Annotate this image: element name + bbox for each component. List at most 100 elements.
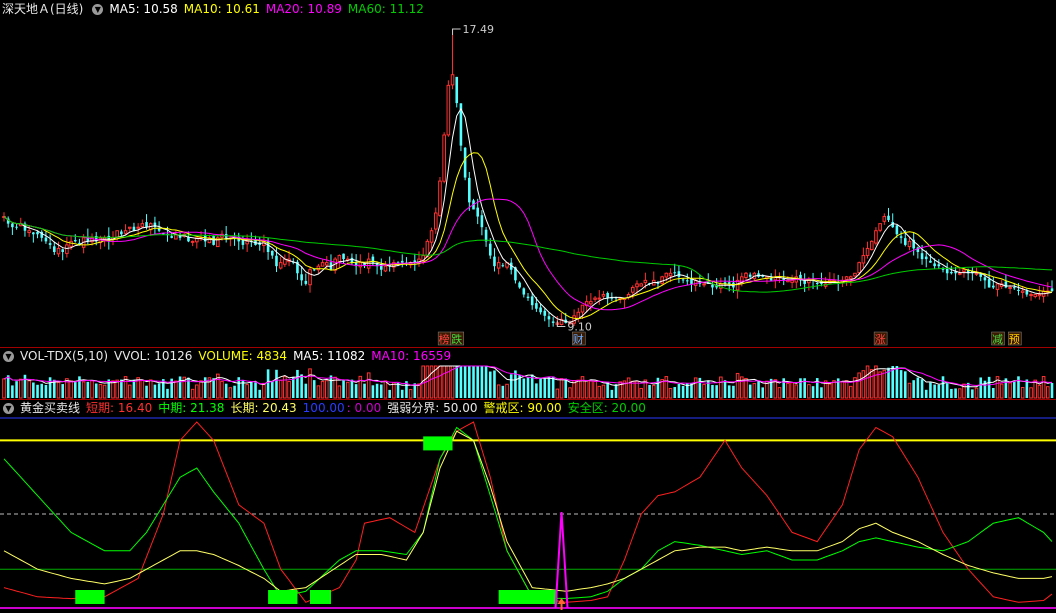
- volume-chart[interactable]: [0, 365, 1056, 399]
- volume-bar-up: [245, 384, 249, 399]
- candle-body-up: [844, 276, 849, 280]
- volume-bar-up: [140, 379, 145, 399]
- event-marker-label: 榜: [439, 332, 450, 346]
- candle-body-up: [962, 269, 966, 272]
- volume-bar-down: [484, 366, 488, 398]
- volume-bar-up: [597, 385, 602, 399]
- strong-weak-value: 强弱分界: 50.00: [387, 401, 478, 415]
- volume-bar-down: [690, 383, 693, 398]
- gold-line-chart[interactable]: [0, 416, 1056, 612]
- volume-bar-down: [912, 380, 915, 398]
- volume-bar-up: [190, 388, 195, 399]
- volume-bar-down: [711, 384, 714, 398]
- candle-body-up: [660, 276, 664, 284]
- volume-bar-up: [957, 388, 962, 399]
- candle-body-up: [450, 74, 455, 86]
- volume-bar-up: [18, 378, 23, 399]
- candle-body-up: [245, 240, 249, 245]
- volume-bar-up: [693, 377, 698, 399]
- volume-bar-up: [844, 380, 849, 399]
- volume-bar-up: [777, 387, 782, 399]
- volume-bar-down: [509, 374, 513, 398]
- candle-body-down: [32, 232, 35, 235]
- candle-body-down: [476, 207, 479, 217]
- candle-body-down: [543, 310, 547, 316]
- signal-block: [498, 590, 558, 604]
- volume-bar-down: [266, 369, 270, 398]
- volume-bar-up: [90, 380, 94, 399]
- volume-bar-up: [568, 387, 572, 399]
- candle-body-up: [639, 283, 643, 287]
- volume-bar-down: [564, 378, 568, 398]
- volume-bar-down: [811, 386, 815, 398]
- volume-bar-up: [417, 383, 421, 399]
- vol-indicator-name: VOL-TDX(5,10): [20, 349, 109, 363]
- candle-body-up: [358, 262, 363, 268]
- volume-bar-down: [950, 388, 953, 398]
- volume-bar-up: [635, 380, 639, 399]
- candle-body-down: [300, 274, 303, 281]
- candle-body-down: [677, 271, 681, 277]
- volume-bar-down: [48, 377, 52, 398]
- volume-bar-up: [794, 384, 799, 399]
- volume-bar-up: [358, 375, 363, 399]
- volume-bar-up: [807, 384, 811, 399]
- event-marker-label: 预: [1009, 333, 1020, 346]
- candle-body-down: [903, 238, 907, 245]
- chevron-down-icon[interactable]: ▼: [3, 402, 14, 414]
- candle-body-up: [320, 262, 325, 267]
- volume-bar-down: [354, 384, 358, 398]
- volume-bar-down: [476, 366, 479, 398]
- candle-body-down: [929, 260, 932, 263]
- candle-body-down: [530, 296, 534, 306]
- candle-body-down: [11, 223, 14, 228]
- ma5-line: [3, 107, 1053, 323]
- candle-body-down: [547, 316, 551, 320]
- volume-bar-down: [40, 383, 44, 398]
- candle-body-down: [937, 264, 941, 267]
- candle-body-up: [593, 297, 597, 300]
- volume-bar-up: [337, 385, 342, 399]
- volume-bar-down: [535, 383, 538, 398]
- volume-bar-up: [1037, 384, 1042, 399]
- candle-body-up: [857, 262, 861, 274]
- volume-bar-down: [296, 369, 299, 398]
- volume-bar-down: [472, 366, 475, 398]
- volume-bar-down: [1017, 376, 1020, 398]
- candle-body-down: [539, 307, 542, 313]
- candle-body-up: [702, 283, 706, 286]
- volume-bar-down: [526, 377, 530, 398]
- volume-bar-up: [735, 372, 740, 399]
- volume-bar-down: [224, 383, 228, 398]
- event-marker-label: 减: [992, 333, 1003, 346]
- volume-bar-down: [610, 389, 614, 398]
- volume-bar-down: [723, 380, 727, 398]
- chevron-down-icon[interactable]: ▼: [3, 350, 14, 362]
- volume-bar-up: [555, 388, 560, 399]
- candle-body-down: [203, 235, 207, 242]
- candlestick-chart[interactable]: 17.49 9.10 榜跌 财 涨 减预: [0, 0, 1056, 347]
- volume-bar-up: [98, 384, 103, 399]
- volume-bar-down: [522, 378, 526, 398]
- candle-body-up: [442, 134, 446, 182]
- volume-bar-down: [15, 381, 18, 398]
- safe-zone-value: 安全区: 20.00: [567, 401, 646, 415]
- volume-bar-down: [233, 385, 236, 398]
- candle-body-up: [643, 279, 648, 284]
- warning-zone-value: 警戒区: 90.00: [483, 401, 562, 415]
- volume-bar-down: [480, 366, 484, 398]
- candle-body-down: [275, 255, 278, 267]
- volume-bar-up: [69, 380, 73, 399]
- volume-bar-up: [786, 382, 790, 399]
- volume-bar-down: [933, 384, 936, 398]
- volume-bar-down: [23, 374, 27, 398]
- candle-body-down: [711, 284, 714, 288]
- gold-line-header: ▼ 黄金买卖线 短期: 16.40 中期: 21.38 长期: 20.43 10…: [0, 400, 652, 416]
- volume-bar-up: [878, 371, 882, 399]
- volume-bar-up: [505, 383, 509, 399]
- volume-bar-down: [698, 377, 702, 398]
- candle-body-down: [983, 277, 987, 281]
- volume-bar-up: [601, 384, 606, 399]
- candle-body-up: [861, 255, 866, 264]
- volume-bar-down: [748, 384, 752, 398]
